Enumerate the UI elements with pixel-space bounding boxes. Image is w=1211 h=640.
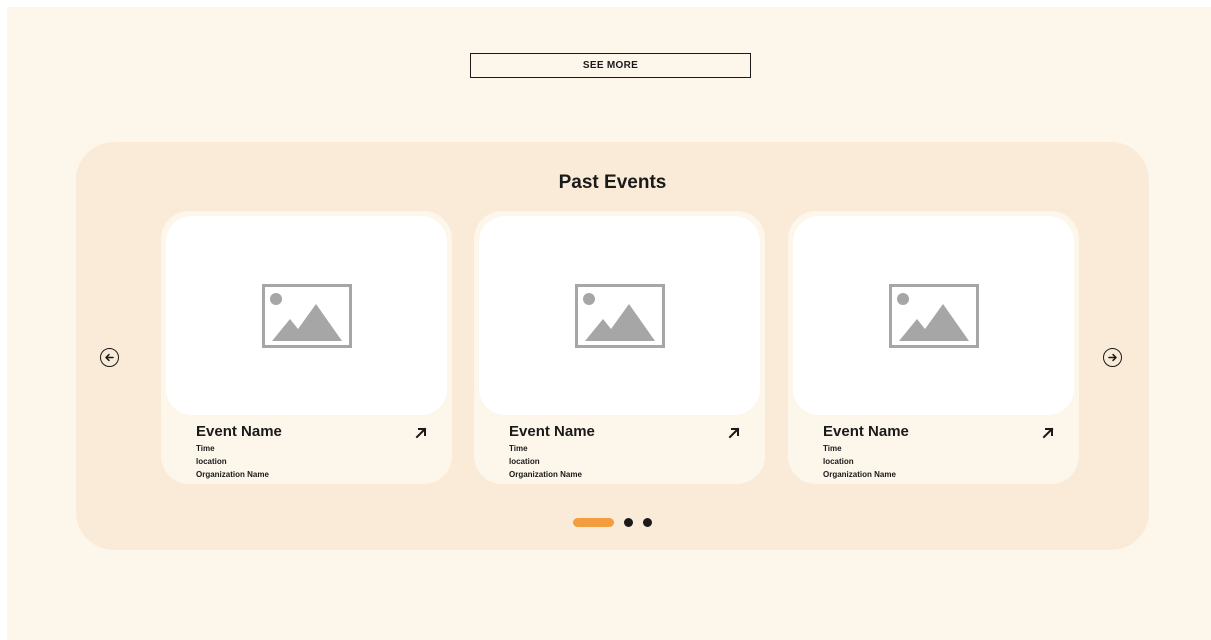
event-location: location [196, 457, 227, 466]
section-title: Past Events [558, 172, 667, 193]
event-location: location [509, 457, 540, 466]
arrow-right-icon [1108, 353, 1117, 362]
carousel-pagination [573, 517, 662, 527]
image-placeholder-icon [888, 283, 979, 348]
pagination-dot[interactable] [643, 517, 652, 527]
page: SEE MORE Past Events Event Name Time loc… [7, 7, 1211, 640]
arrow-left-icon [105, 353, 114, 362]
event-time: Time [196, 444, 215, 453]
arrow-up-right-icon[interactable] [727, 426, 741, 440]
event-time: Time [509, 444, 528, 453]
image-placeholder-icon [574, 283, 665, 348]
event-image [793, 216, 1074, 415]
pagination-dot[interactable] [624, 517, 633, 527]
carousel-next-button[interactable] [1103, 348, 1122, 367]
arrow-up-right-icon[interactable] [1041, 426, 1055, 440]
event-organization: Organization Name [823, 470, 896, 479]
event-card[interactable]: Event Name Time location Organization Na… [161, 211, 452, 484]
arrow-up-right-icon[interactable] [414, 426, 428, 440]
event-time: Time [823, 444, 842, 453]
carousel-prev-button[interactable] [100, 348, 119, 367]
event-name: Event Name [509, 423, 595, 440]
event-location: location [823, 457, 854, 466]
see-more-button[interactable]: SEE MORE [470, 53, 751, 78]
past-events-section: Past Events Event Name Time location Org… [76, 142, 1149, 550]
pagination-dot-active[interactable] [573, 517, 614, 527]
event-image [166, 216, 447, 415]
event-card[interactable]: Event Name Time location Organization Na… [474, 211, 765, 484]
event-image [479, 216, 760, 415]
image-placeholder-icon [261, 283, 352, 348]
event-card[interactable]: Event Name Time location Organization Na… [788, 211, 1079, 484]
event-name: Event Name [823, 423, 909, 440]
event-name: Event Name [196, 423, 282, 440]
event-organization: Organization Name [509, 470, 582, 479]
event-organization: Organization Name [196, 470, 269, 479]
